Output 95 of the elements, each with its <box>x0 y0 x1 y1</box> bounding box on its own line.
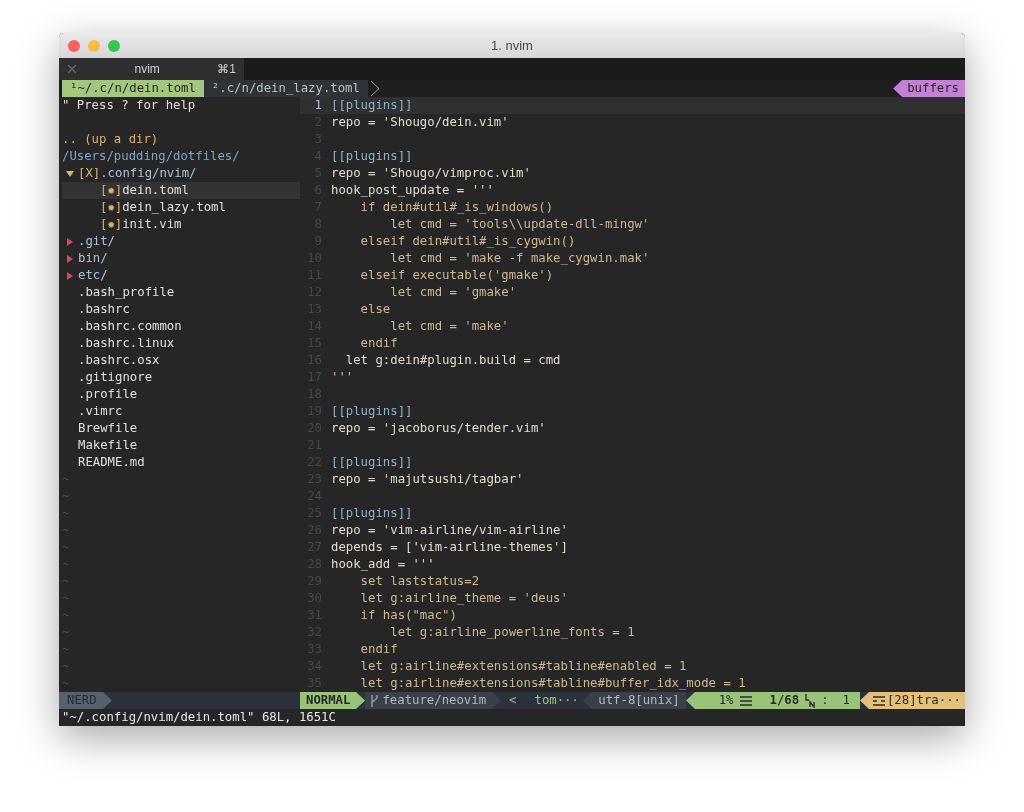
tree-entry[interactable]: Makefile <box>62 437 300 454</box>
tree-entry[interactable]: .bashrc <box>62 301 300 318</box>
minimize-window-button[interactable] <box>88 39 100 52</box>
code-text: [[plugins]] <box>331 454 413 471</box>
command-line-message: "~/.config/nvim/dein.toml" 68L, 1651C <box>59 709 965 726</box>
expanded-arrow-icon <box>66 170 74 177</box>
up-dir-entry[interactable]: .. (up a dir) <box>62 131 159 148</box>
tab-shortcut: ⌘1 <box>217 62 236 76</box>
code-text: hook_post_update = ''' <box>331 182 494 199</box>
tree-entry[interactable]: etc/ <box>62 267 300 284</box>
tree-entry[interactable]: .bashrc.linux <box>62 335 300 352</box>
root-path: /Users/pudding/dotfiles/ <box>62 148 240 165</box>
empty-line-marker: ~ <box>62 522 70 539</box>
code-text: let cmd = 'tools\\update-dll-mingw' <box>389 216 650 233</box>
separator-label: < <box>508 692 517 709</box>
tab-label: nvim <box>133 62 161 76</box>
code-text: if has("mac") <box>359 607 457 624</box>
code-text: repo = 'Shougo/dein.vim' <box>331 114 509 131</box>
empty-line-marker: ~ <box>62 590 70 607</box>
code-text: repo = 'majutsushi/tagbar' <box>331 471 524 488</box>
separator-arrow-icon <box>583 692 593 709</box>
code-text: let cmd = 'make' <box>389 318 509 335</box>
code-text: endif <box>359 335 398 352</box>
code-text: ''' <box>331 369 354 386</box>
column-separator: : <box>821 692 829 709</box>
code-text: hook_add = ''' <box>331 556 435 573</box>
empty-line-marker: ~ <box>62 505 70 522</box>
empty-line-marker: ~ <box>62 624 70 641</box>
code-text: let cmd = 'make -f make_cygwin.mak' <box>389 250 650 267</box>
tree-entry[interactable]: .gitignore <box>62 369 300 386</box>
code-text: [[plugins]] <box>331 403 413 420</box>
buffer-tab[interactable]: ¹~/.c/n/dein.toml <box>62 80 204 97</box>
code-text: let g:dein#plugin.build = cmd <box>344 352 561 369</box>
tree-entry[interactable]: .profile <box>62 386 300 403</box>
empty-line-marker: ~ <box>62 641 70 658</box>
code-text: let g:airline_theme = 'deus' <box>359 590 568 607</box>
code-text: depends = ['vim-airline-themes'] <box>331 539 568 556</box>
code-text: elseif executable('gmake') <box>359 267 554 284</box>
percent-label: 1% <box>718 692 734 709</box>
separator-arrow-icon <box>356 692 366 709</box>
code-text: [[plugins]] <box>331 97 413 114</box>
code-text: set laststatus=2 <box>359 573 480 590</box>
code-text: let g:airline#extensions#tabline#buffer_idx_mode = 1 <box>359 675 746 692</box>
tree-entry[interactable]: [✹]dein_lazy.toml <box>62 199 300 216</box>
code-text: repo = 'vim-airline/vim-airline' <box>331 522 568 539</box>
empty-line-marker: ~ <box>62 539 70 556</box>
close-window-button[interactable] <box>68 39 80 52</box>
code-text: if dein#util#_is_windows() <box>359 199 554 216</box>
terminal-tab[interactable]: nvim ⌘1 <box>59 58 244 80</box>
code-text: repo = 'Shougo/vimproc.vim' <box>331 165 531 182</box>
line-number-icon <box>805 693 816 708</box>
code-text: let g:airline_powerline_fonts = 1 <box>389 624 635 641</box>
position-label: 1/68 <box>769 692 800 709</box>
zoom-window-button[interactable] <box>108 39 120 52</box>
help-hint: " Press ? for help <box>62 97 196 114</box>
tree-entry[interactable]: Brewfile <box>62 420 300 437</box>
code-text: [[plugins]] <box>331 505 413 522</box>
tree-entry[interactable]: [X].config/nvim/ <box>62 165 300 182</box>
code-text: endif <box>359 641 398 658</box>
tree-entry[interactable]: .git/ <box>62 233 300 250</box>
code-text: let cmd = 'gmake' <box>389 284 517 301</box>
empty-line-marker: ~ <box>62 556 70 573</box>
warning-label: [28]tra··· <box>886 692 961 709</box>
tree-entry[interactable]: [✹]dein.toml <box>62 182 300 199</box>
tree-entry[interactable]: bin/ <box>62 250 300 267</box>
buffers-label: buffers <box>893 80 965 97</box>
chevron-icon <box>369 80 380 97</box>
code-text: else <box>359 301 391 318</box>
code-text: repo = 'jacoborus/tender.vim' <box>331 420 546 437</box>
tree-entry[interactable]: .bash_profile <box>62 284 300 301</box>
tree-entry[interactable]: [✹]init.vim <box>62 216 300 233</box>
window-title: 1. nvim <box>491 38 533 53</box>
column-label: 1 <box>842 692 850 709</box>
empty-line-marker: ~ <box>62 573 70 590</box>
code-text: let g:airline#extensions#tabline#enabled = 1 <box>359 658 687 675</box>
tree-entry[interactable]: .vimrc <box>62 403 300 420</box>
file-type: tom··· <box>533 692 579 709</box>
empty-line-marker: ~ <box>62 607 70 624</box>
empty-line-marker: ~ <box>62 471 70 488</box>
close-icon[interactable] <box>67 64 77 74</box>
code-text: [[plugins]] <box>331 148 413 165</box>
buffer-tab[interactable]: ².c/n/dein_lazy.toml <box>203 80 368 97</box>
tree-entry[interactable]: .bashrc.osx <box>62 352 300 369</box>
whitespace-warning-icon <box>872 694 885 707</box>
lines-icon <box>739 694 752 707</box>
empty-line-marker: ~ <box>62 675 70 692</box>
branch-name: feature/neovim <box>382 692 487 709</box>
branch-icon <box>369 693 380 708</box>
tree-entry[interactable]: README.md <box>62 454 300 471</box>
empty-line-marker: ~ <box>62 488 70 505</box>
empty-line-marker: ~ <box>62 658 70 675</box>
code-text: elseif dein#util#_is_cygwin() <box>359 233 576 250</box>
separator-arrow-icon <box>102 692 112 709</box>
tree-entry[interactable]: .bashrc.common <box>62 318 300 335</box>
line-number: 1 <box>313 97 323 114</box>
